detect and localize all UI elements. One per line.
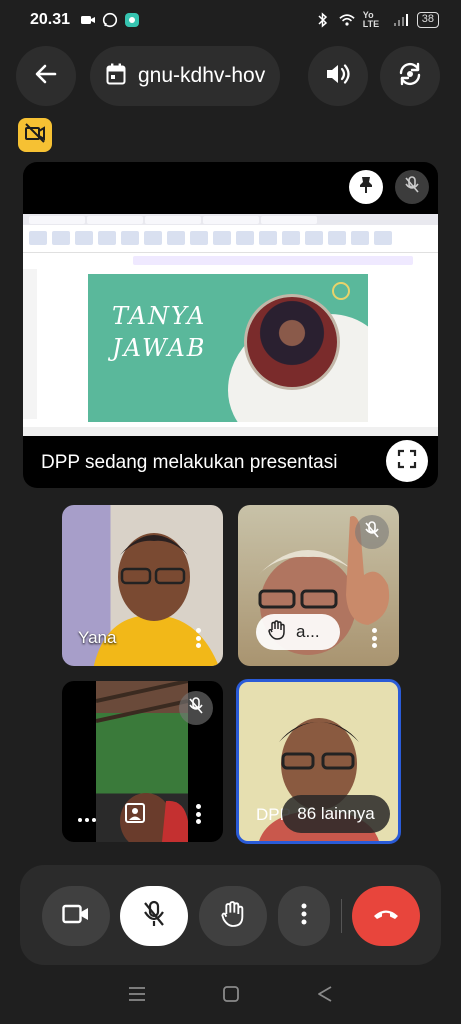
shared-screen: TANYA JAWAB: [23, 214, 438, 436]
participant-name-truncated: [78, 818, 96, 822]
mic-off-icon: [142, 900, 166, 933]
meeting-code: gnu-kdhv-hov: [138, 64, 266, 87]
participant-name: Yana: [78, 628, 117, 647]
raised-hand-icon: [221, 900, 245, 933]
participant-name: a...: [296, 622, 320, 641]
speaker-icon: [325, 63, 351, 90]
portrait-frame-icon: [122, 800, 148, 826]
system-navigation-bar: [0, 968, 461, 1024]
camera-toggle-button[interactable]: [42, 886, 110, 946]
status-bar: 20.31 Yo LTE 38: [0, 0, 461, 40]
back-button[interactable]: [16, 46, 76, 106]
mic-off-icon: [364, 520, 380, 544]
bluetooth-icon: [315, 12, 331, 28]
calendar-icon: [106, 63, 126, 90]
switch-camera-icon: [397, 62, 423, 91]
pin-icon: [358, 176, 374, 199]
audio-output-button[interactable]: [308, 46, 368, 106]
participant-mic-status: [355, 515, 389, 549]
participant-more-button[interactable]: [371, 628, 377, 648]
chat-bubble-icon: [124, 13, 140, 27]
presentation-tile[interactable]: TANYA JAWAB DPP sedang melakukan present…: [23, 162, 438, 488]
home-button[interactable]: [222, 985, 240, 1008]
camera-off-alert-button[interactable]: [18, 118, 52, 152]
shared-sidebar: [23, 269, 37, 419]
pin-button[interactable]: [349, 170, 383, 204]
wifi-icon: [339, 13, 355, 27]
call-controls: [20, 865, 441, 965]
slide-title-line2: JAWAB: [112, 334, 207, 362]
microphone-toggle-button[interactable]: [120, 886, 188, 946]
clock-icon: [332, 282, 350, 300]
presentation-caption: DPP sedang melakukan presentasi: [41, 452, 338, 473]
end-call-button[interactable]: [352, 886, 420, 946]
no-video-icon: [24, 122, 46, 149]
presenter-mic-status: [395, 170, 429, 204]
meeting-top-bar: gnu-kdhv-hov: [0, 46, 461, 106]
signal-icon: [393, 13, 409, 27]
participant-tile-a[interactable]: a...: [238, 505, 399, 666]
participant-more-button[interactable]: [195, 628, 201, 648]
participant-tile-3[interactable]: [62, 681, 223, 842]
presentation-slide: TANYA JAWAB: [88, 274, 368, 422]
status-time: 20.31: [30, 11, 71, 28]
slide-title-line1: TANYA: [112, 302, 207, 330]
battery-indicator: 38: [416, 12, 439, 28]
video-camera-icon: [62, 904, 90, 929]
video-recorder-icon: [80, 13, 96, 27]
switch-camera-button[interactable]: [380, 46, 440, 106]
raised-hand-badge: a...: [256, 614, 340, 650]
shared-notice-bar: [133, 256, 413, 265]
meeting-info-button[interactable]: gnu-kdhv-hov: [90, 46, 280, 106]
shared-browser-tabs: [23, 214, 438, 225]
participant-tile-yana[interactable]: Yana: [62, 505, 223, 666]
fullscreen-icon: [397, 449, 417, 474]
mic-off-icon: [404, 175, 420, 199]
more-options-button[interactable]: [278, 886, 330, 946]
end-call-icon: [372, 907, 400, 926]
participant-more-button[interactable]: [195, 804, 201, 824]
shared-status-bar: [23, 427, 438, 436]
shared-toolbar: [23, 225, 438, 253]
controls-divider: [341, 899, 342, 933]
back-nav-button[interactable]: [317, 985, 333, 1008]
raise-hand-button[interactable]: [199, 886, 267, 946]
mic-off-icon: [188, 696, 204, 720]
other-participants-button[interactable]: 86 lainnya: [282, 795, 390, 833]
speaker-photo: [244, 294, 340, 390]
back-arrow-icon: [35, 64, 57, 89]
more-vertical-icon: [301, 903, 307, 930]
raised-hand-icon: [268, 619, 286, 645]
whatsapp-icon: [102, 12, 118, 28]
fullscreen-button[interactable]: [386, 440, 428, 482]
recents-button[interactable]: [128, 986, 146, 1007]
lte-indicator: Yo LTE: [362, 10, 380, 29]
participant-mic-status: [179, 691, 213, 725]
